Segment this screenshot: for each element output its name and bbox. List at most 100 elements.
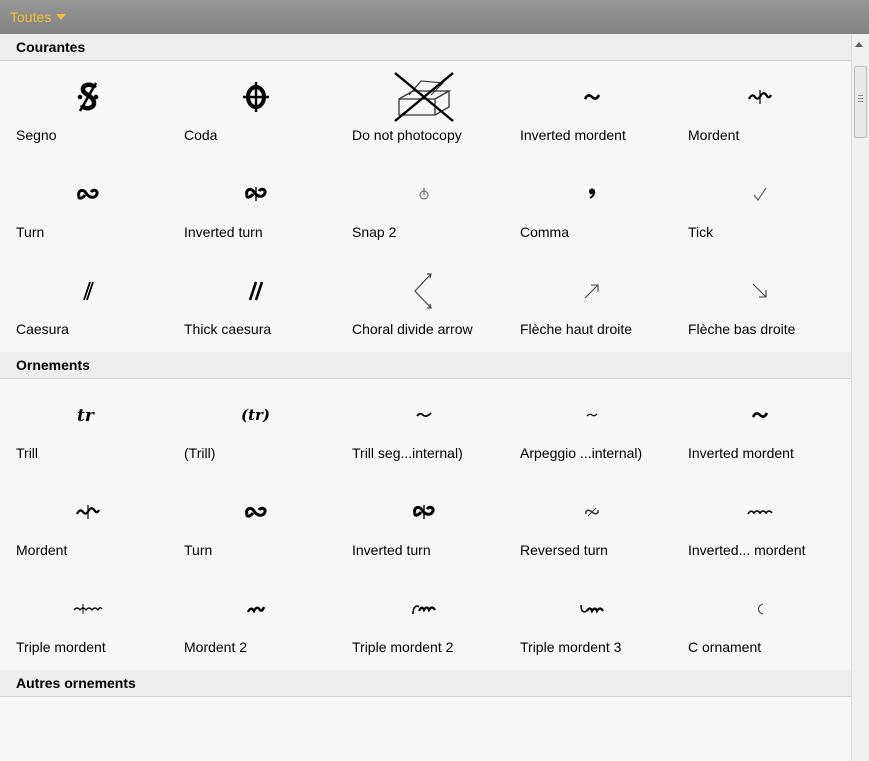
symbol-label: Snap 2 xyxy=(352,224,397,240)
symbol-tile[interactable]: Snap 2 xyxy=(352,158,520,255)
symbol-tile[interactable]: Mordent xyxy=(688,61,851,158)
category-filter-label: Toutes xyxy=(10,9,52,25)
symbol-tile[interactable]: C ornament xyxy=(688,573,851,670)
symbol-label: Inverted... mordent xyxy=(688,542,806,558)
symbol-label: Mordent xyxy=(688,127,740,143)
symbol-tile[interactable]: Inverted... mordent xyxy=(688,476,851,573)
symbol-tile[interactable]: Tick xyxy=(688,158,851,255)
symbol-label: (Trill) xyxy=(184,445,216,461)
symbol-label: Inverted turn xyxy=(184,224,263,240)
symbol-label: Choral divide arrow xyxy=(352,321,473,337)
section-header[interactable]: Autres ornements xyxy=(0,670,851,697)
scroll-up-arrow-icon[interactable] xyxy=(855,42,863,47)
symbol-label: Mordent xyxy=(16,542,68,558)
reversed-turn-icon xyxy=(520,486,664,538)
snap-pizzicato-icon xyxy=(352,168,496,220)
inverted-long-mordent-icon xyxy=(688,486,832,538)
coda-icon xyxy=(184,71,328,123)
symbol-label: Turn xyxy=(16,224,45,240)
trill-icon: tr xyxy=(16,389,160,441)
symbol-grid: Segno Coda Do not photocopy Inverted morden… xyxy=(0,61,851,352)
caesura-icon xyxy=(16,265,160,317)
turn-icon xyxy=(184,486,328,538)
trill-parenthesized-icon: (tr) xyxy=(184,389,328,441)
comma-icon xyxy=(520,168,664,220)
symbol-tile[interactable]: Inverted turn xyxy=(352,476,520,573)
symbol-tile[interactable]: Reversed turn xyxy=(520,476,688,573)
symbol-tile[interactable]: Do not photocopy xyxy=(352,61,520,158)
section-header[interactable]: Courantes xyxy=(0,34,851,61)
scrollbar-thumb[interactable] xyxy=(854,66,867,138)
arrow-up-right-icon xyxy=(520,265,664,317)
symbol-tile[interactable]: Triple mordent 2 xyxy=(352,573,520,670)
symbol-label: Trill xyxy=(16,445,39,461)
symbol-tile[interactable]: Thick caesura xyxy=(184,255,352,352)
c-ornament-icon xyxy=(688,583,832,635)
inverted-mordent-icon xyxy=(520,71,664,123)
grip-line xyxy=(858,98,863,99)
symbol-tile[interactable]: Trill seg...internal) xyxy=(352,379,520,476)
arrow-down-right-icon xyxy=(688,265,832,317)
symbol-tile[interactable]: tr Trill xyxy=(16,379,184,476)
grip-line xyxy=(858,101,863,102)
symbol-tile[interactable]: Triple mordent 3 xyxy=(520,573,688,670)
symbol-tile[interactable]: Triple mordent xyxy=(16,573,184,670)
symbol-label: Arpeggio ...internal) xyxy=(520,445,643,461)
symbol-label: Inverted mordent xyxy=(520,127,626,143)
symbol-label: Reversed turn xyxy=(520,542,608,558)
symbol-palette: Toutes Courantes Segno Coda Do not photocop… xyxy=(0,0,869,761)
vertical-scrollbar[interactable] xyxy=(851,34,869,761)
category-filter-dropdown[interactable]: Toutes xyxy=(10,9,67,25)
symbol-tile[interactable]: Segno xyxy=(16,61,184,158)
symbol-label: Triple mordent 3 xyxy=(520,639,622,655)
arpeggio-segment-icon xyxy=(520,389,664,441)
symbol-tile[interactable]: Caesura xyxy=(16,255,184,352)
do-not-photocopy-icon xyxy=(352,71,496,123)
turn-icon xyxy=(16,168,160,220)
mordent-icon xyxy=(16,486,160,538)
symbol-label: Flèche haut droite xyxy=(520,321,633,337)
symbol-label: Triple mordent 2 xyxy=(352,639,454,655)
choral-divide-arrow-icon xyxy=(352,265,496,317)
symbol-tile[interactable]: Turn xyxy=(16,158,184,255)
symbol-tile[interactable]: Inverted mordent xyxy=(520,61,688,158)
symbol-tile[interactable]: Comma xyxy=(520,158,688,255)
segno-icon xyxy=(16,71,160,123)
symbol-tile[interactable]: Flèche bas droite xyxy=(688,255,851,352)
section-header[interactable]: Ornements xyxy=(0,352,851,379)
symbol-tile[interactable]: Turn xyxy=(184,476,352,573)
symbol-tile[interactable]: Arpeggio ...internal) xyxy=(520,379,688,476)
caret-down-icon xyxy=(56,14,67,20)
symbol-tile[interactable]: Choral divide arrow xyxy=(352,255,520,352)
symbol-tile[interactable]: Inverted mordent xyxy=(688,379,851,476)
symbol-label: Caesura xyxy=(16,321,69,337)
symbol-tile[interactable]: (tr) (Trill) xyxy=(184,379,352,476)
symbol-tile[interactable]: Mordent xyxy=(16,476,184,573)
symbol-label: Tick xyxy=(688,224,714,240)
mordent-2-icon xyxy=(184,583,328,635)
symbol-label: Mordent 2 xyxy=(184,639,248,655)
thick-caesura-icon xyxy=(184,265,328,317)
triple-mordent-3-icon xyxy=(520,583,664,635)
symbol-label: Segno xyxy=(16,127,57,143)
tick-icon xyxy=(688,168,832,220)
symbol-tile[interactable]: Coda xyxy=(184,61,352,158)
symbol-label: Flèche bas droite xyxy=(688,321,796,337)
symbol-tile[interactable]: Inverted turn xyxy=(184,158,352,255)
symbol-label: Comma xyxy=(520,224,570,240)
symbol-label: Triple mordent xyxy=(16,639,106,655)
symbol-label: C ornament xyxy=(688,639,762,655)
inverted-mordent-icon xyxy=(688,389,832,441)
triple-mordent-2-icon xyxy=(352,583,496,635)
mordent-icon xyxy=(688,71,832,123)
symbol-label: Trill seg...internal) xyxy=(352,445,463,461)
symbol-tile[interactable]: Mordent 2 xyxy=(184,573,352,670)
trill-segment-icon xyxy=(352,389,496,441)
symbol-label: Thick caesura xyxy=(184,321,272,337)
triple-mordent-icon xyxy=(16,583,160,635)
symbol-tile[interactable]: Flèche haut droite xyxy=(520,255,688,352)
inverted-turn-icon xyxy=(352,486,496,538)
inverted-turn-icon xyxy=(184,168,328,220)
svg-text:tr: tr xyxy=(77,406,95,426)
symbol-list: Courantes Segno Coda Do not photocopy Invert… xyxy=(0,34,851,761)
